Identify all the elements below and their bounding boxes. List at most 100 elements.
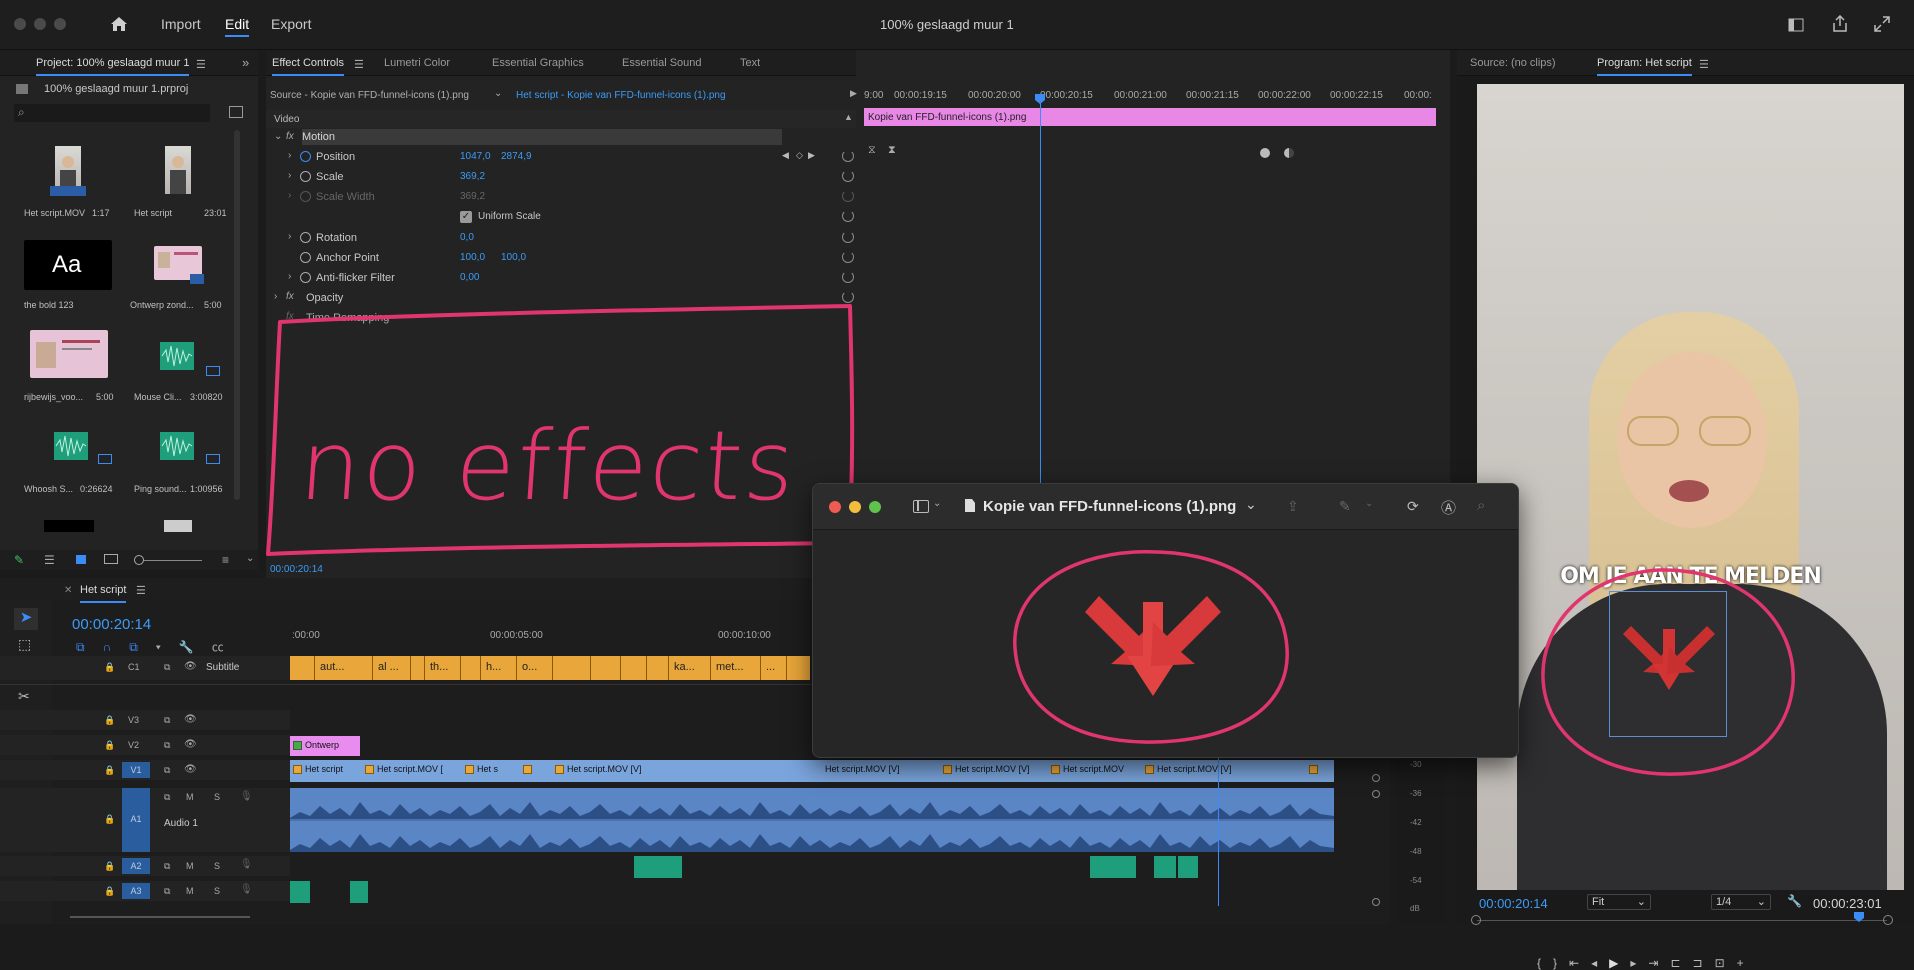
pencil-icon[interactable]: ✎ xyxy=(14,553,24,567)
toggle-sync-icon[interactable]: ⧉ xyxy=(164,765,170,776)
list-view-icon[interactable]: ☰ xyxy=(44,553,55,567)
stopwatch-icon[interactable] xyxy=(300,171,311,182)
chevron-down-icon[interactable]: ⌄ xyxy=(1245,496,1257,513)
go-to-in-icon[interactable]: ⇤ xyxy=(1569,956,1591,970)
menu-export[interactable]: Export xyxy=(271,16,311,32)
audio-track-a1[interactable] xyxy=(290,788,1334,852)
audio-clip[interactable] xyxy=(1154,856,1176,878)
subtitle-clip[interactable]: al ... xyxy=(378,661,399,673)
project-item[interactable] xyxy=(130,240,225,290)
stopwatch-icon[interactable] xyxy=(300,232,311,243)
uniform-scale-checkbox[interactable]: ✓ xyxy=(460,211,472,223)
expand-panels-icon[interactable]: » xyxy=(242,55,249,70)
keyframe-marker[interactable] xyxy=(1284,148,1294,158)
reset-icon[interactable] xyxy=(842,251,854,263)
stopwatch-icon[interactable] xyxy=(300,272,311,283)
video-clip[interactable] xyxy=(520,760,552,782)
mute-toggle[interactable]: M xyxy=(186,792,194,802)
step-back-icon[interactable]: ◂ xyxy=(1591,956,1609,970)
tab-effect-controls[interactable]: Effect Controls xyxy=(272,57,344,76)
add-button-icon[interactable]: + xyxy=(1737,956,1756,970)
keyframe-marker[interactable] xyxy=(1260,148,1270,158)
eye-icon[interactable]: 👁 xyxy=(184,661,197,672)
panel-menu-icon[interactable]: ☰ xyxy=(136,584,146,597)
solo-toggle[interactable]: S xyxy=(214,792,220,802)
tab-essential-graphics[interactable]: Essential Graphics xyxy=(492,57,584,69)
settings-wrench-icon[interactable]: 🔧 xyxy=(179,640,212,654)
toggle-sync-icon[interactable]: ⧉ xyxy=(164,715,170,726)
next-keyframe-icon[interactable]: ▶ xyxy=(808,150,815,161)
subtitle-clip[interactable]: ka... xyxy=(674,661,695,673)
project-item[interactable]: Het script.MOV 1:17 xyxy=(24,146,112,244)
audio-waveform-icon[interactable] xyxy=(54,432,88,460)
new-bin-icon[interactable] xyxy=(229,106,243,118)
reset-icon[interactable] xyxy=(842,150,854,162)
markup-icon[interactable]: Ⓐ xyxy=(1441,497,1456,518)
project-item[interactable] xyxy=(30,330,108,378)
razor-tool-icon[interactable]: ✂ xyxy=(18,688,30,705)
minimize-window-button[interactable] xyxy=(34,18,46,30)
nest-icon[interactable]: ⧉ xyxy=(76,640,103,654)
project-item[interactable]: Aa xyxy=(24,240,112,290)
menu-import[interactable]: Import xyxy=(161,16,201,32)
video-clip[interactable]: Het script.MOV [V] xyxy=(552,760,810,782)
solo-toggle[interactable]: S xyxy=(214,886,220,896)
toggle-sync-icon[interactable]: ⧉ xyxy=(164,792,170,803)
panel-menu-icon[interactable]: ☰ xyxy=(196,58,206,71)
audio-waveform-icon[interactable] xyxy=(160,342,194,370)
video-clip[interactable]: Het script.MOV xyxy=(1048,760,1142,782)
close-tab-icon[interactable]: ✕ xyxy=(64,585,72,596)
zoom-slider[interactable] xyxy=(144,560,202,561)
video-clip[interactable]: Het script xyxy=(290,760,362,782)
chevron-down-icon[interactable]: ⌄ xyxy=(933,498,941,509)
project-search-input[interactable]: ⌕ xyxy=(14,104,210,122)
microphone-icon[interactable]: 🎙 xyxy=(240,859,253,870)
reset-icon[interactable] xyxy=(842,210,854,222)
add-keyframe-icon[interactable]: ◇ xyxy=(796,150,803,161)
rotate-icon[interactable]: ⟳ xyxy=(1407,498,1419,515)
close-window-button[interactable] xyxy=(829,501,841,513)
toggle-sync-icon[interactable]: ⧉ xyxy=(164,740,170,751)
selection-tool-icon[interactable]: ➤ xyxy=(14,608,38,630)
mark-out-icon[interactable]: } xyxy=(1553,956,1569,970)
stopwatch-icon[interactable] xyxy=(300,252,311,263)
tab-program[interactable]: Program: Het script xyxy=(1597,57,1692,76)
zoom-slider-handle[interactable] xyxy=(134,555,144,565)
toggle-sync-icon[interactable]: ⧉ xyxy=(164,861,170,872)
subtitle-clip[interactable]: h... xyxy=(486,661,501,673)
tab-text[interactable]: Text xyxy=(740,57,760,69)
position-y-value[interactable]: 2874,9 xyxy=(501,151,532,162)
anchor-y-value[interactable]: 100,0 xyxy=(501,252,526,263)
icon-view-icon[interactable] xyxy=(76,555,86,564)
go-to-out-icon[interactable]: ⇥ xyxy=(1648,956,1670,970)
tab-lumetri-color[interactable]: Lumetri Color xyxy=(384,57,450,69)
audio-clip[interactable] xyxy=(634,856,682,878)
effect-clip-bar[interactable]: Kopie van FFD-funnel-icons (1).png xyxy=(864,108,1436,126)
position-x-value[interactable]: 1047,0 xyxy=(460,151,491,162)
linked-selection-icon[interactable]: ⧉ xyxy=(129,640,156,654)
mute-toggle[interactable]: M xyxy=(186,886,194,896)
play-arrow-icon[interactable]: ▶ xyxy=(850,88,857,99)
sequence-clip-link[interactable]: Het script - Kopie van FFD-funnel-icons … xyxy=(516,90,726,101)
subtitle-clip[interactable]: o... xyxy=(522,661,537,673)
lock-icon[interactable]: 🔒 xyxy=(104,886,115,897)
add-marker-icon[interactable]: ▾ xyxy=(156,640,179,654)
timeline-timecode[interactable]: 00:00:20:14 xyxy=(72,616,151,633)
tab-project[interactable]: Project: 100% geslaagd muur 1 xyxy=(36,57,190,76)
chevron-down-icon[interactable]: ⌄ xyxy=(494,88,502,99)
lift-icon[interactable]: ⊏ xyxy=(1670,956,1692,970)
video-frame[interactable]: OM JE AAN TE MELDEN xyxy=(1477,84,1904,890)
sidebar-toggle-icon[interactable] xyxy=(913,500,929,513)
subtitle-clip[interactable]: ... xyxy=(766,661,775,673)
stopwatch-icon[interactable] xyxy=(300,151,311,162)
close-window-button[interactable] xyxy=(14,18,26,30)
resolution-select[interactable]: 1/4 ⌄ xyxy=(1711,894,1771,910)
program-timecode[interactable]: 00:00:20:14 xyxy=(1479,896,1548,911)
reset-icon[interactable] xyxy=(842,271,854,283)
track-id[interactable]: A1 xyxy=(122,788,150,852)
subtitle-clip[interactable]: met... xyxy=(716,661,744,673)
home-icon[interactable] xyxy=(110,16,128,32)
minimize-window-button[interactable] xyxy=(849,501,861,513)
menu-edit[interactable]: Edit xyxy=(225,16,250,37)
lock-icon[interactable]: 🔒 xyxy=(104,662,115,673)
